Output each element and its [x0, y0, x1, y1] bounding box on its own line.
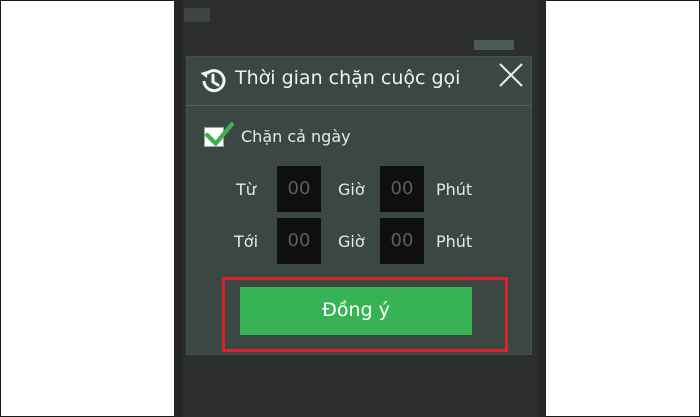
confirm-button[interactable]: Đồng ý	[240, 287, 472, 335]
to-minute-label: Phút	[436, 232, 473, 251]
check-icon	[205, 122, 235, 146]
to-label: Tới	[234, 232, 259, 251]
all-day-checkbox[interactable]	[204, 122, 235, 149]
dialog-header: Thời gian chặn cuộc gọi	[187, 57, 531, 105]
background-blur	[184, 8, 210, 22]
close-icon[interactable]	[497, 61, 525, 89]
background-blur	[474, 40, 514, 50]
from-minute-label: Phút	[436, 180, 473, 199]
dialog-divider	[187, 105, 531, 106]
phone-edge	[174, 0, 182, 417]
from-minute-input[interactable]: 00	[380, 166, 424, 212]
all-day-label: Chặn cả ngày	[241, 127, 351, 146]
from-hour-input[interactable]: 00	[277, 166, 321, 212]
phone-edge	[538, 0, 546, 417]
to-hour-input[interactable]: 00	[277, 218, 321, 264]
dialog-title: Thời gian chặn cuộc gọi	[235, 67, 461, 89]
from-hour-label: Giờ	[338, 180, 365, 199]
history-icon	[200, 69, 226, 93]
to-minute-input[interactable]: 00	[380, 218, 424, 264]
from-label: Từ	[236, 180, 256, 199]
to-hour-label: Giờ	[338, 232, 365, 251]
